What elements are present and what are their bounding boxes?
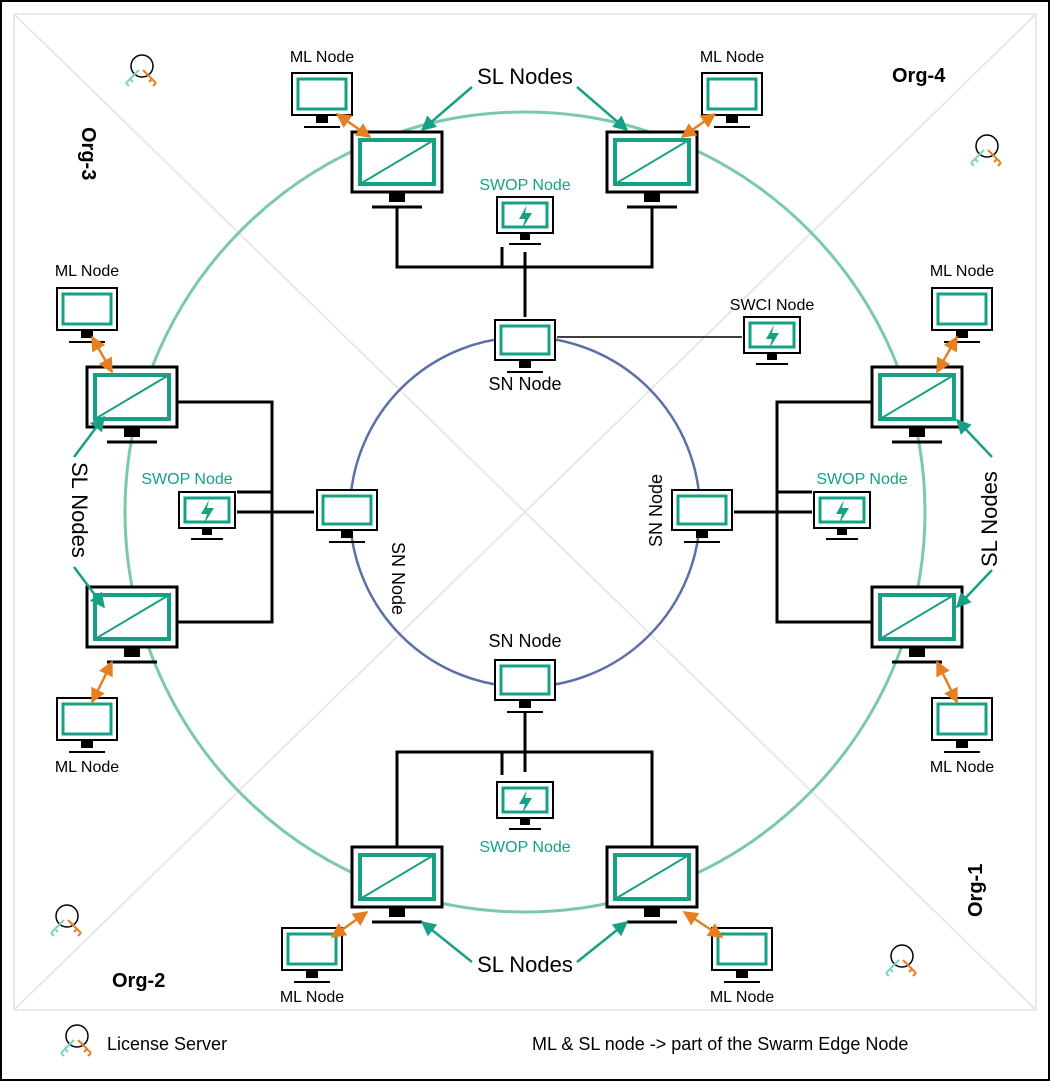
org3-label: Org-3 [77,127,99,180]
ml-node-left-top [57,288,117,342]
org2-label: Org-2 [112,970,165,992]
ml-sl-arrow-bottom-left [332,912,367,937]
license-icon-ne [971,135,1001,166]
swop-node-left-label: SWOP Node [141,471,232,488]
ml-sl-arrow-bottom-right [684,912,722,937]
ml-node-right-top-label: ML Node [930,263,994,280]
org4-label: Org-4 [892,65,946,87]
swop-node-bottom-label: SWOP Node [479,839,570,856]
ml-node-bottom-left-label: ML Node [280,989,344,1006]
sl-nodes-top-label: SL Nodes [477,64,573,89]
ml-sl-arrow-right-bottom [937,662,957,702]
ml-node-top-right [702,73,762,127]
ml-node-top-left-label: ML Node [290,49,354,66]
sl-nodes-right-label: SL Nodes [977,471,1002,567]
license-icon-sw [51,905,81,936]
sn-node-bottom-label: SN Node [488,631,561,651]
ml-node-left-bottom-label: ML Node [55,759,119,776]
topology-diagram: Org-4 Org-3 Org-2 Org-1 SN Node SWOP Nod… [12,12,1038,1069]
ml-node-right-top [932,288,992,342]
ml-node-right-bottom-label: ML Node [930,759,994,776]
ml-node-top-right-label: ML Node [700,49,764,66]
ml-sl-arrow-left-bottom [92,662,112,702]
sl-node-bottom-left [352,847,442,922]
org1-label: Org-1 [965,864,987,917]
sn-node-right-label: SN Node [646,474,666,547]
license-server-label: License Server [107,1034,227,1054]
ml-node-bottom-right-label: ML Node [710,989,774,1006]
sl-arrow-right-top [957,420,992,457]
sl-nodes-bottom-label: SL Nodes [477,952,573,977]
swop-node-top-label: SWOP Node [479,177,570,194]
license-icon-se [886,945,916,976]
swci-node-label: SWCI Node [730,297,815,314]
ml-node-right-bottom [932,698,992,752]
swop-node-right-label: SWOP Node [816,471,907,488]
license-icon-nw [126,55,156,86]
sn-node-top-label: SN Node [488,374,561,394]
ml-node-left-top-label: ML Node [55,263,119,280]
edge-node-note: ML & SL node -> part of the Swarm Edge N… [532,1034,908,1054]
sl-arrow-bottom-right [577,922,627,962]
sl-node-bottom-right [607,847,697,922]
sl-nodes-left-label: SL Nodes [67,462,92,558]
ml-node-left-bottom [57,698,117,752]
sl-arrow-bottom-left [422,922,472,962]
sn-node-left-label: SN Node [388,542,408,615]
legend: License Server ML & SL node -> part of t… [61,1025,908,1056]
